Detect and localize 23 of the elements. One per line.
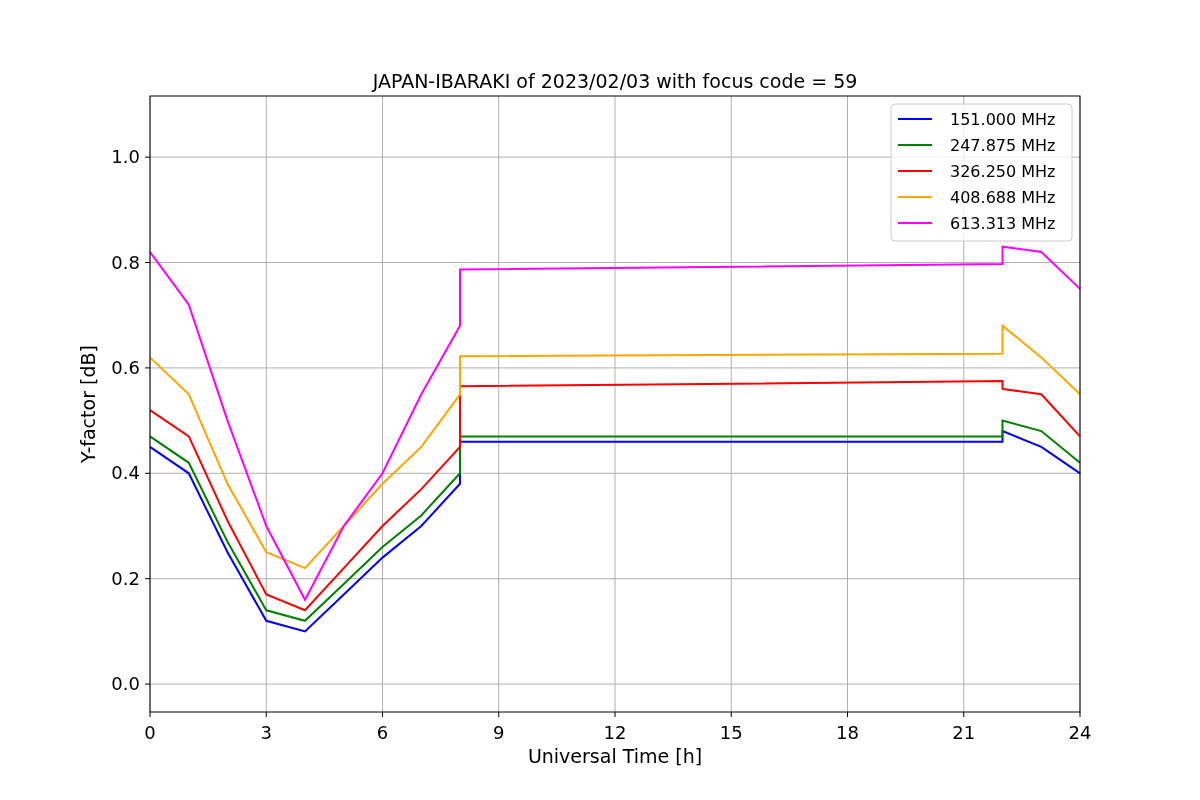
legend-entry: 613.313 MHz (950, 214, 1056, 233)
tick-label: 0.8 (111, 251, 140, 273)
tick-label: 3 (260, 722, 272, 743)
legend-entry: 247.875 MHz (950, 136, 1056, 155)
tick-label: 0.4 (111, 462, 140, 484)
tick-label: 24 (1068, 722, 1092, 743)
tick-label: 9 (493, 722, 505, 743)
tick-label: 15 (719, 722, 743, 743)
tick-label: 0.2 (111, 567, 140, 589)
tick-label: 0.6 (111, 356, 140, 378)
chart-title: JAPAN-IBARAKI of 2023/02/03 with focus code = 59 (372, 70, 858, 92)
legend-entry: 326.250 MHz (950, 162, 1056, 181)
tick-label: 12 (603, 722, 627, 743)
tick-label: 21 (952, 722, 976, 743)
tick-label: 6 (376, 722, 389, 743)
legend-entry: 408.688 MHz (950, 188, 1056, 207)
axis-label: Y-factor [dB] (77, 345, 99, 463)
legend-entry: 151.000 MHz (950, 110, 1056, 129)
tick-label: 1.0 (111, 146, 140, 168)
tick-label: 18 (836, 722, 859, 743)
axis-label: Universal Time [h] (527, 745, 703, 767)
tick-label: 0 (144, 722, 156, 743)
tick-label: 0.0 (111, 673, 140, 695)
